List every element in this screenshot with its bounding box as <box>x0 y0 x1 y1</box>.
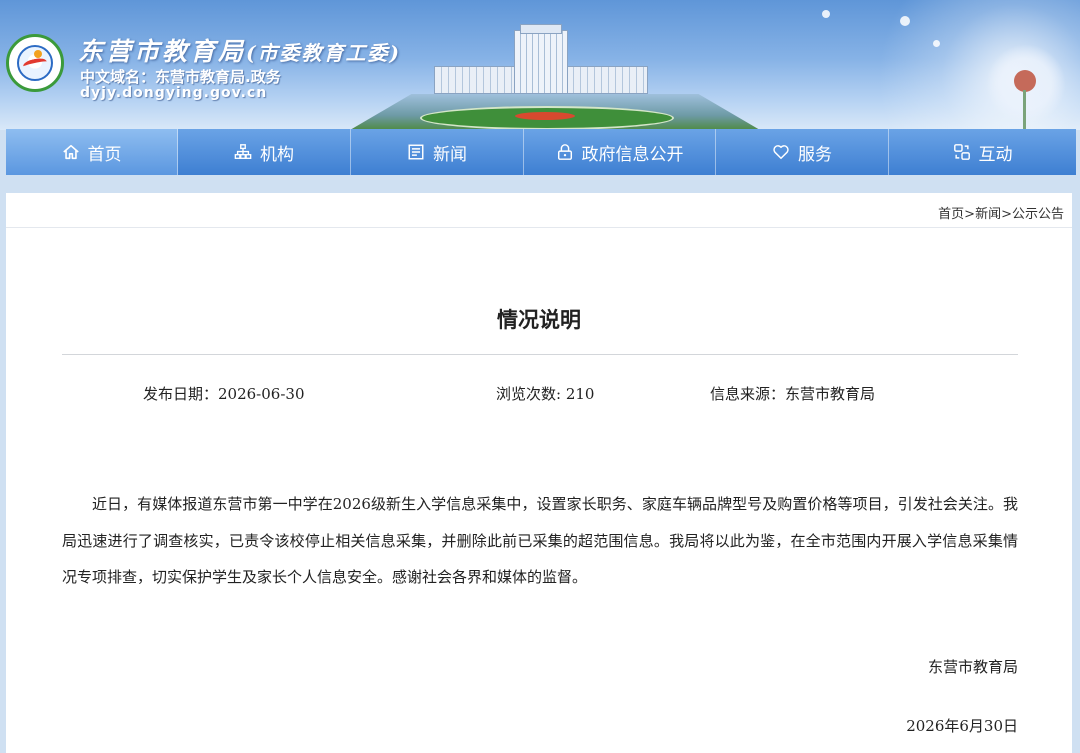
site-title-main: 东营市教育局 <box>78 37 247 66</box>
dandelion-core <box>1014 70 1036 92</box>
main-nav: 首页 机构 新闻 政府信息公开 服务 互动 <box>6 129 1076 175</box>
title-divider <box>62 354 1018 355</box>
building-tower-top <box>520 24 562 34</box>
view-count: 浏览次数: 210 <box>496 385 595 403</box>
nav-item-interaction[interactable]: 互动 <box>889 129 1076 175</box>
breadcrumb-separator: > <box>964 207 976 222</box>
nav-label: 新闻 <box>433 144 467 165</box>
nav-item-news[interactable]: 新闻 <box>351 129 524 175</box>
dandelion-seed <box>933 40 940 47</box>
breadcrumb-news[interactable]: 新闻 <box>975 207 1001 222</box>
signature-date: 2026年6月30日 <box>906 717 1018 735</box>
building-left-wing <box>434 66 516 94</box>
publish-date: 发布日期：2026-06-30 <box>143 385 305 403</box>
nav-item-organization[interactable]: 机构 <box>178 129 351 175</box>
nav-label: 服务 <box>798 144 832 165</box>
site-domain: dyjy.dongying.gov.cn <box>80 85 268 101</box>
site-title-sub: (市委教育工委) <box>246 41 401 65</box>
breadcrumb-home[interactable]: 首页 <box>938 207 964 222</box>
newspaper-icon <box>408 144 424 160</box>
dandelion-seed <box>900 16 910 26</box>
lock-icon <box>557 144 572 160</box>
breadcrumb-divider <box>6 227 1072 228</box>
site-logo[interactable] <box>6 34 64 92</box>
content-card: 首页>新闻>公示公告 情况说明 发布日期：2026-06-30 浏览次数: 21… <box>6 193 1072 753</box>
site-title[interactable]: 东营市教育局(市委教育工委) <box>78 32 401 68</box>
building-tower <box>514 30 568 94</box>
chinese-domain: 中文域名：东营市教育局.政务 <box>80 68 281 86</box>
nav-label: 互动 <box>978 144 1013 165</box>
breadcrumb-notices[interactable]: 公示公告 <box>1012 207 1064 222</box>
nav-item-services[interactable]: 服务 <box>716 129 889 175</box>
article-body: 近日，有媒体报道东营市第一中学在2026级新生入学信息采集中，设置家长职务、家庭… <box>62 495 1018 586</box>
nav-label: 首页 <box>87 144 122 165</box>
breadcrumb-separator: > <box>1001 207 1012 222</box>
dandelion-stem <box>1023 90 1026 130</box>
org-chart-icon <box>234 144 252 159</box>
interact-icon <box>953 144 970 160</box>
nav-item-home[interactable]: 首页 <box>6 129 178 175</box>
nav-item-gov-info[interactable]: 政府信息公开 <box>524 129 716 175</box>
nav-label: 机构 <box>260 144 294 165</box>
breadcrumb: 首页>新闻>公示公告 <box>938 203 1064 222</box>
dandelion-seed <box>822 10 830 18</box>
header-banner: 东营市教育局(市委教育工委) 中文域名：东营市教育局.政务 dyjy.dongy… <box>0 0 1080 130</box>
banner-field-mark <box>515 112 575 120</box>
home-icon <box>62 144 79 160</box>
heart-icon <box>773 145 789 160</box>
info-source: 信息来源：东营市教育局 <box>710 385 876 403</box>
signature-organization: 东营市教育局 <box>927 658 1018 676</box>
nav-label: 政府信息公开 <box>581 144 684 165</box>
logo-dot <box>34 50 42 58</box>
building-right-wing <box>566 66 648 94</box>
article-title: 情况说明 <box>497 307 581 332</box>
